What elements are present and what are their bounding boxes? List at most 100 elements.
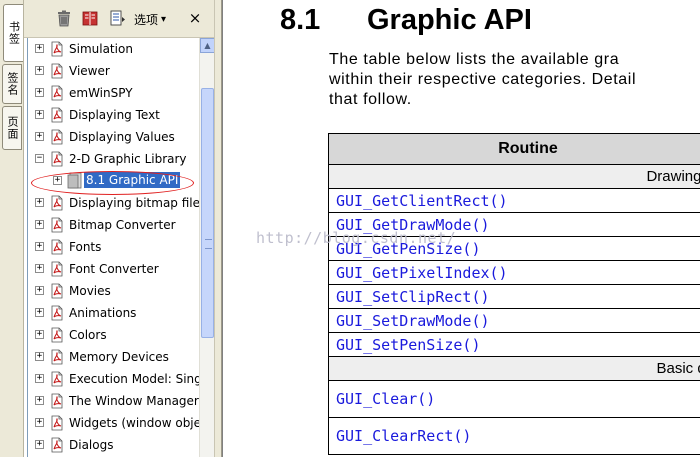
- bookmark-label[interactable]: Bitmap Converter: [69, 218, 176, 232]
- bookmark-item[interactable]: + emWinSPY: [28, 82, 199, 104]
- pdf-bookmark-icon: [51, 327, 63, 343]
- bookmark-label[interactable]: Colors: [69, 328, 107, 342]
- expand-toggle-icon[interactable]: +: [35, 374, 44, 383]
- document-page: 8.1 Graphic API The table below lists th…: [222, 0, 700, 457]
- bookmark-label[interactable]: Viewer: [69, 64, 110, 78]
- bookmark-item[interactable]: + Movies: [28, 280, 199, 302]
- watermark-text: http://blog.csdn.net/: [256, 229, 457, 247]
- bookmark-item[interactable]: + Colors: [28, 324, 199, 346]
- bookmark-item[interactable]: + Widgets (window obje: [28, 412, 199, 434]
- expand-toggle-icon[interactable]: +: [35, 198, 44, 207]
- expand-toggle-icon[interactable]: +: [35, 220, 44, 229]
- bookmark-item-selected[interactable]: +8.1 Graphic API: [28, 170, 199, 192]
- expand-toggle-icon[interactable]: +: [35, 330, 44, 339]
- expand-toggle-icon[interactable]: +: [35, 264, 44, 273]
- bookmark-label[interactable]: Widgets (window obje: [69, 416, 199, 430]
- bookmark-label[interactable]: Displaying bitmap files: [69, 196, 199, 210]
- pdf-bookmark-icon: [51, 305, 63, 321]
- bookmark-item[interactable]: + Execution Model: Singl: [28, 368, 199, 390]
- expand-toggle-icon[interactable]: +: [35, 242, 44, 251]
- bookmark-item[interactable]: + Animations: [28, 302, 199, 324]
- collapse-toggle-icon[interactable]: −: [35, 154, 44, 163]
- bookmark-label[interactable]: Displaying Text: [69, 108, 160, 122]
- tab-bookmarks[interactable]: 书签: [3, 4, 23, 62]
- bookmark-label[interactable]: Animations: [69, 306, 136, 320]
- expand-toggle-icon[interactable]: +: [35, 286, 44, 295]
- pdf-bookmark-icon: [51, 217, 63, 233]
- expand-toggle-icon[interactable]: +: [35, 352, 44, 361]
- bookmark-tree: + Simulation + Viewer + emWinSPY + Displaying T…: [27, 38, 199, 457]
- paragraph-line: that follow.: [329, 91, 412, 108]
- bookmark-item[interactable]: + Fonts: [28, 236, 199, 258]
- bookmark-label[interactable]: Fonts: [69, 240, 101, 254]
- bookmark-label[interactable]: Execution Model: Singl: [69, 372, 199, 386]
- expand-toggle-icon[interactable]: +: [35, 418, 44, 427]
- pdf-bookmark-icon: [51, 415, 63, 431]
- pdf-bookmark-icon: [51, 151, 63, 167]
- bookmark-item[interactable]: − 2-D Graphic Library: [28, 148, 199, 170]
- routine-link[interactable]: GUI_GetClientRect(): [328, 188, 700, 213]
- expand-toggle-icon[interactable]: +: [35, 308, 44, 317]
- bookmark-item[interactable]: + Simulation: [28, 38, 199, 60]
- panel-splitter[interactable]: [214, 0, 222, 457]
- bookmark-label[interactable]: Memory Devices: [69, 350, 169, 364]
- expand-toggle-icon[interactable]: +: [35, 440, 44, 449]
- pdf-bookmark-icon: [51, 107, 63, 123]
- pdf-bookmark-icon: [51, 41, 63, 57]
- routine-link[interactable]: GUI_SetClipRect(): [328, 284, 700, 309]
- paragraph-line: within their respective categories. Deta…: [329, 71, 637, 88]
- routine-link[interactable]: GUI_SetPenSize(): [328, 332, 700, 357]
- bookmark-label[interactable]: Font Converter: [69, 262, 159, 276]
- scroll-grip-icon: [205, 239, 212, 249]
- page-icon: [67, 172, 82, 189]
- bookmark-label[interactable]: emWinSPY: [69, 86, 133, 100]
- trash-icon[interactable]: [56, 10, 72, 27]
- bookmark-item[interactable]: + Font Converter: [28, 258, 199, 280]
- scroll-up-arrow-icon[interactable]: ▲: [200, 38, 215, 53]
- bookmark-item[interactable]: + Viewer: [28, 60, 199, 82]
- expand-toggle-icon[interactable]: +: [35, 66, 44, 75]
- pdf-bookmark-icon: [51, 129, 63, 145]
- bookmark-label[interactable]: The Window Manager: [69, 394, 199, 408]
- expand-toggle-icon[interactable]: +: [53, 176, 62, 185]
- bookmark-toolbar: 选项 ▾ ×: [24, 0, 214, 38]
- expand-toggle-icon[interactable]: +: [35, 88, 44, 97]
- bookmark-label[interactable]: Movies: [69, 284, 111, 298]
- bookmark-item[interactable]: + Displaying bitmap files: [28, 192, 199, 214]
- bookmark-item[interactable]: + Dialogs: [28, 434, 199, 456]
- bookmark-label[interactable]: 2-D Graphic Library: [69, 152, 187, 166]
- tab-pages[interactable]: 页面: [2, 106, 22, 150]
- bookmark-label[interactable]: 8.1 Graphic API: [84, 172, 181, 188]
- page-options-icon[interactable]: [110, 10, 126, 27]
- bookmark-label[interactable]: Dialogs: [69, 438, 113, 452]
- expand-toggle-icon[interactable]: +: [35, 44, 44, 53]
- routine-link[interactable]: GUI_Clear(): [328, 380, 700, 418]
- options-label: 选项: [134, 13, 159, 27]
- tab-signatures[interactable]: 签名: [2, 64, 22, 104]
- options-menu-button[interactable]: 选项 ▾: [134, 11, 166, 28]
- pdf-bookmark-icon: [51, 283, 63, 299]
- expand-toggle-icon[interactable]: +: [35, 110, 44, 119]
- expand-toggle-icon[interactable]: +: [35, 132, 44, 141]
- expand-toggle-icon[interactable]: +: [35, 396, 44, 405]
- routine-link[interactable]: GUI_GetPixelIndex(): [328, 260, 700, 285]
- pdf-bookmark-icon: [51, 85, 63, 101]
- close-panel-button[interactable]: ×: [187, 8, 203, 28]
- category-row: Drawing re: [328, 164, 700, 189]
- pdf-bookmark-icon: [51, 371, 63, 387]
- bookmark-item[interactable]: + The Window Manager: [28, 390, 199, 412]
- pdf-bookmark-icon: [51, 437, 63, 453]
- bookmark-scrollbar[interactable]: ▲: [199, 38, 215, 457]
- bookmark-book-icon[interactable]: [82, 10, 98, 27]
- routine-link[interactable]: GUI_SetDrawMode(): [328, 308, 700, 333]
- bookmark-label[interactable]: Displaying Values: [69, 130, 175, 144]
- bookmark-item[interactable]: + Displaying Values: [28, 126, 199, 148]
- bookmark-item[interactable]: + Displaying Text: [28, 104, 199, 126]
- pdf-bookmark-icon: [51, 239, 63, 255]
- bookmark-item[interactable]: + Memory Devices: [28, 346, 199, 368]
- bookmark-item[interactable]: + Bitmap Converter: [28, 214, 199, 236]
- bookmark-label[interactable]: Simulation: [69, 42, 133, 56]
- routine-link[interactable]: GUI_ClearRect(): [328, 417, 700, 455]
- scroll-thumb[interactable]: [201, 88, 214, 338]
- paragraph-line: The table below lists the available gra: [329, 51, 620, 68]
